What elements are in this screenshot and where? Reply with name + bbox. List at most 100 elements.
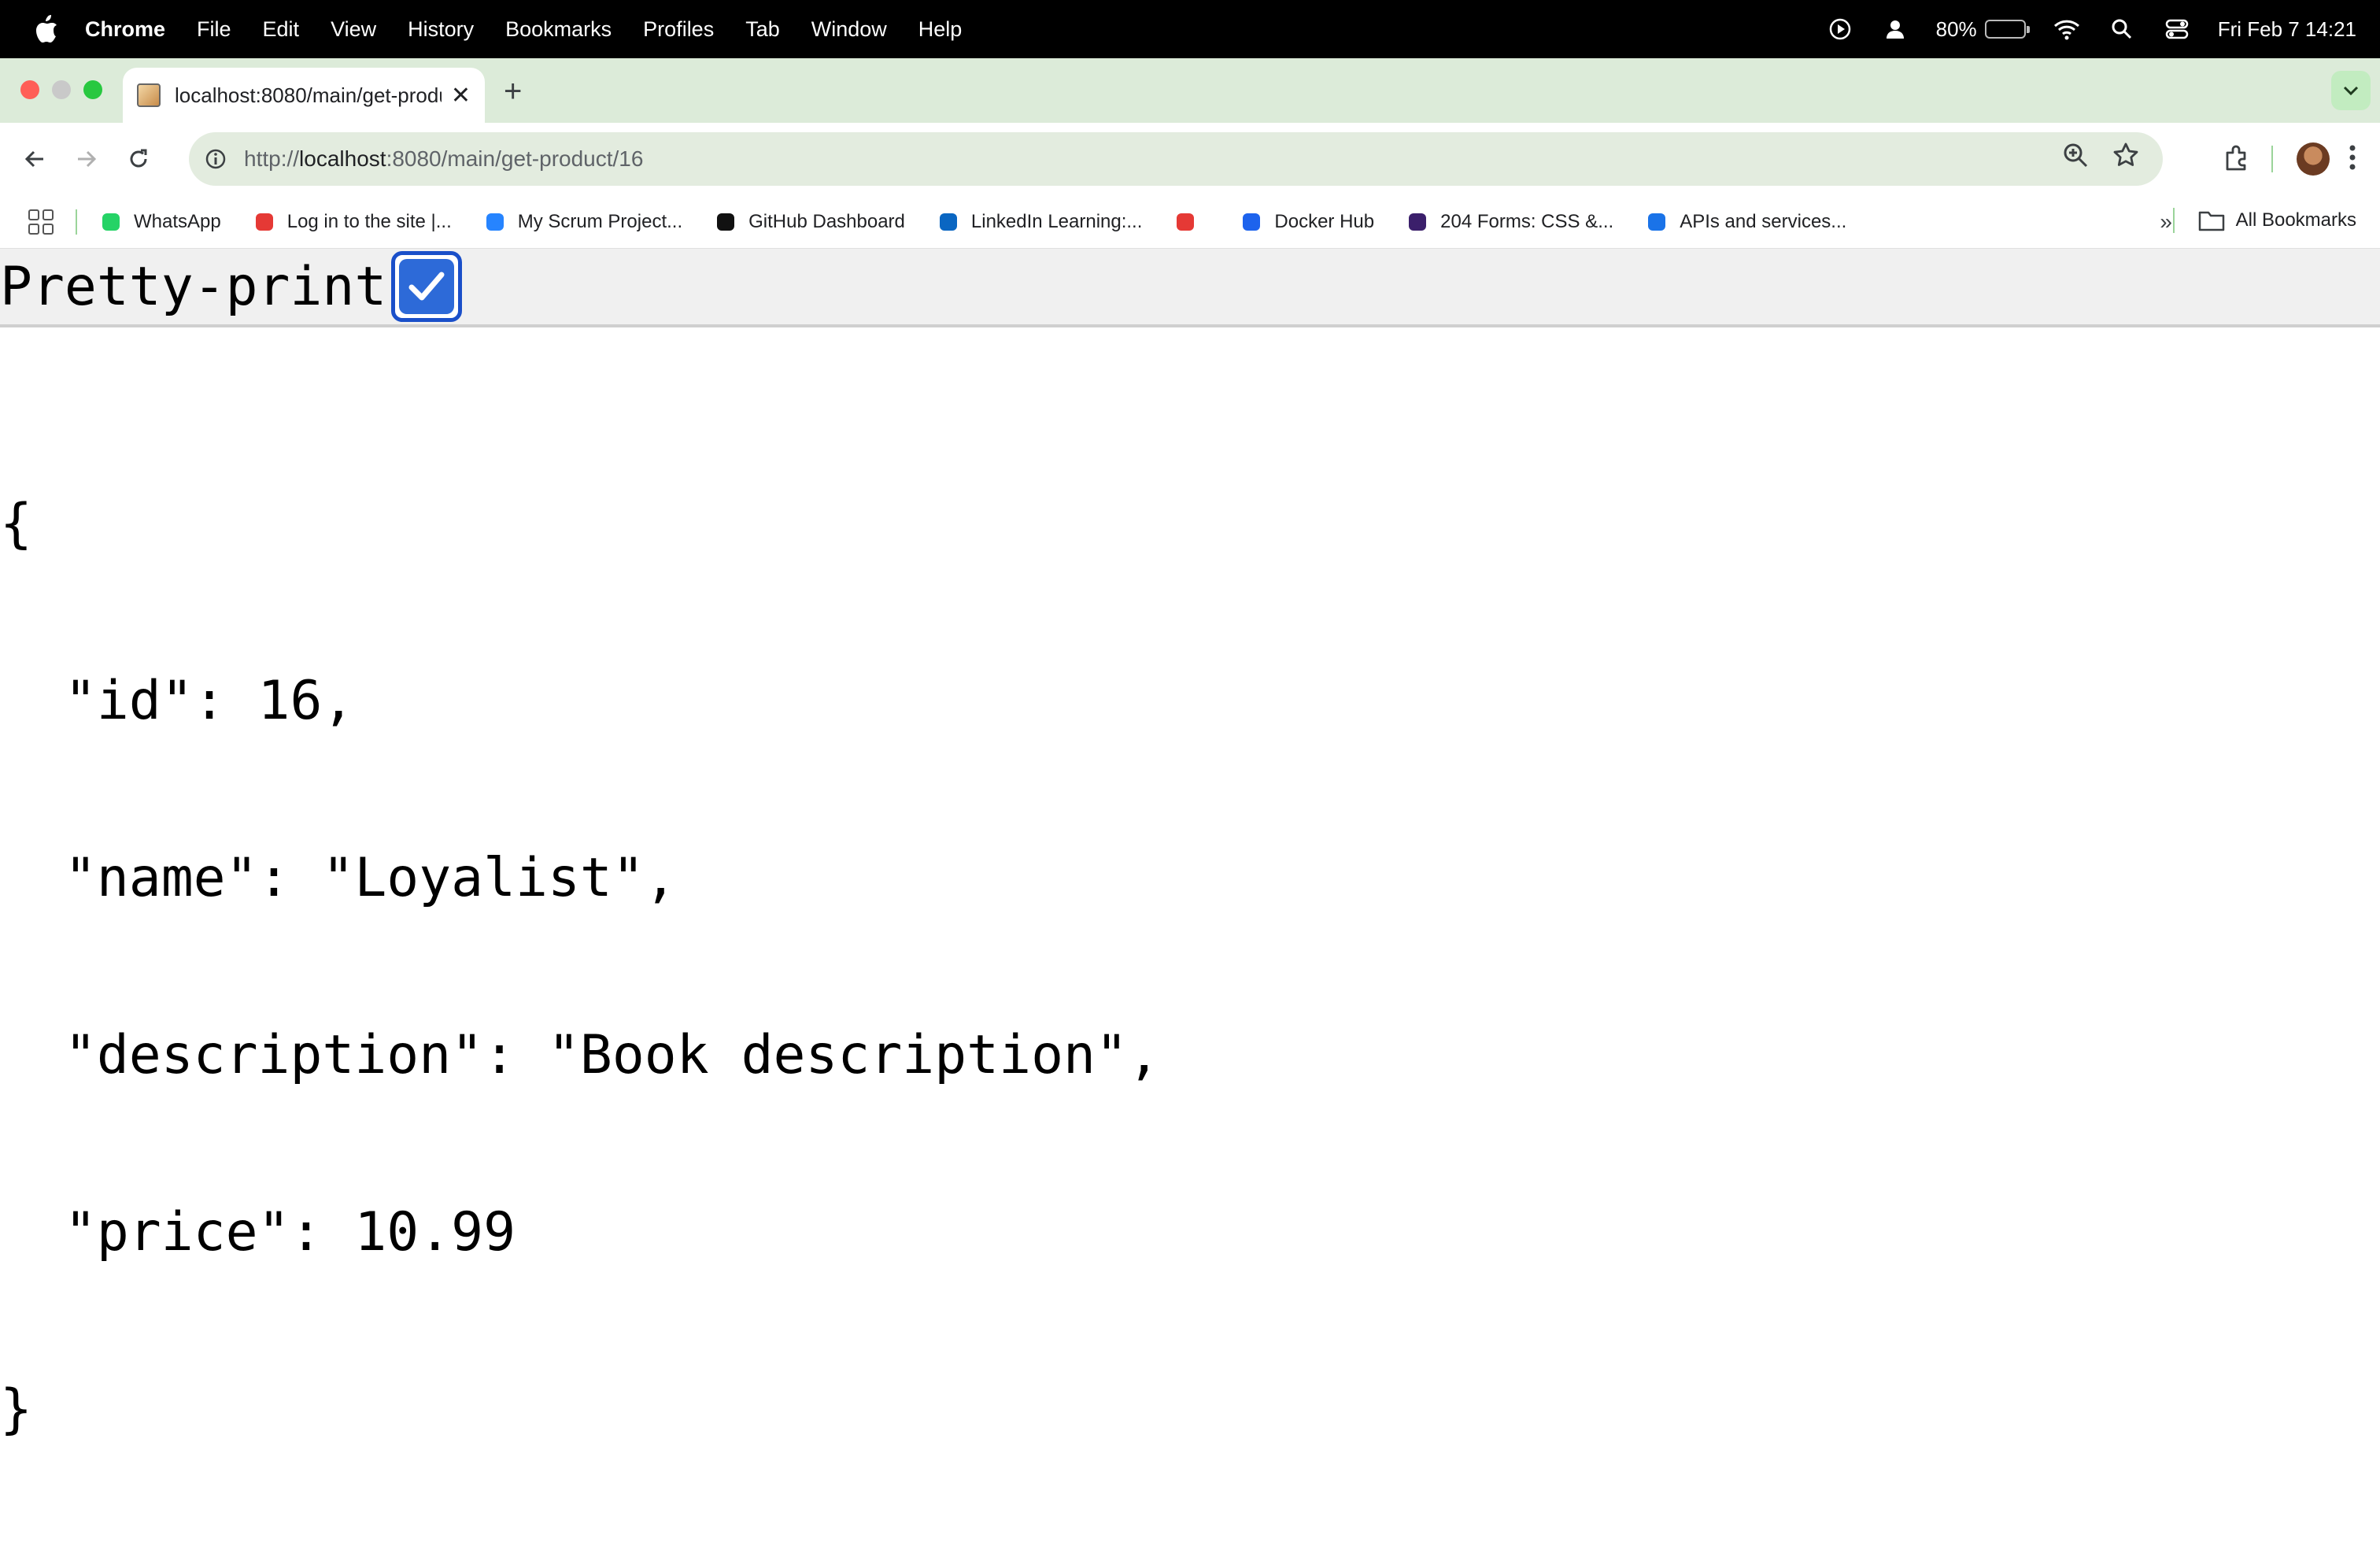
forward-arrow-icon	[78, 150, 97, 168]
bookmark-label: LinkedIn Learning:...	[970, 210, 1143, 232]
menu-file[interactable]: File	[197, 17, 231, 42]
tab-strip: localhost:8080/main/get-product/16 ✕ +	[0, 58, 2380, 123]
address-bar[interactable]: http://localhost:8080/main/get-product/1…	[189, 132, 2163, 186]
site-icon	[1173, 210, 1197, 234]
pretty-print-bar: Pretty-print	[0, 249, 2380, 327]
more-bookmarks-chevron-icon[interactable]: »	[2160, 209, 2172, 235]
menu-bar-clock[interactable]: Fri Feb 7 14:21	[2218, 17, 2356, 42]
pretty-print-label: Pretty-print	[0, 255, 387, 318]
bookmark-item[interactable]	[1173, 210, 1208, 234]
macos-menu-bar: Chrome File Edit View History Bookmarks …	[0, 0, 2380, 58]
bookmark-item[interactable]: My Scrum Project...	[483, 210, 682, 234]
bookmark-item[interactable]: WhatsApp	[99, 210, 221, 234]
bookmark-item[interactable]: 204 Forms: CSS &...	[1406, 210, 1613, 234]
control-center-icon[interactable]	[2163, 15, 2191, 43]
toolbar-right	[2223, 123, 2380, 195]
bookmark-label: 204 Forms: CSS &...	[1440, 210, 1614, 232]
bookmarks-bar: WhatsApp Log in to the site |... My Scrum …	[0, 195, 2380, 249]
bookmark-item[interactable]: APIs and services...	[1645, 210, 1846, 234]
checkbox-checked-fill	[399, 259, 455, 314]
chrome-menu-icon[interactable]	[2349, 144, 2356, 175]
json-line: "price": 10.99	[0, 1201, 516, 1263]
active-tab[interactable]: localhost:8080/main/get-product/16 ✕	[123, 68, 485, 123]
menu-bar-status-area: 80% Fri Feb 7 14:21	[1826, 0, 2356, 58]
bookmark-label: WhatsApp	[134, 210, 221, 232]
play-circle-icon[interactable]	[1826, 15, 1854, 43]
bookmark-label: Log in to the site |...	[286, 210, 452, 232]
bookmark-star-icon[interactable]	[2112, 142, 2139, 172]
url-path: :8080/main/get-product/16	[386, 146, 644, 171]
linkedin-learning-icon	[937, 210, 960, 234]
json-line: "id": 16,	[0, 670, 355, 732]
profile-avatar[interactable]	[2297, 142, 2330, 176]
menu-window[interactable]: Window	[811, 17, 887, 42]
address-bar-actions	[2062, 142, 2139, 172]
bookmarks-divider	[2172, 208, 2175, 233]
bookmark-item[interactable]: LinkedIn Learning:...	[937, 210, 1143, 234]
toolbar-divider	[2271, 146, 2273, 172]
bookmark-label: Docker Hub	[1274, 210, 1375, 232]
json-line: }	[0, 1378, 32, 1441]
folder-icon	[2198, 211, 2224, 231]
bookmark-item[interactable]: GitHub Dashboard	[714, 210, 905, 234]
url-text[interactable]: http://localhost:8080/main/get-product/1…	[244, 146, 643, 172]
bookmarks-divider	[76, 209, 77, 235]
apple-icon[interactable]	[30, 13, 61, 45]
json-line: {	[0, 493, 32, 555]
checkmark-icon	[408, 272, 445, 301]
url-scheme: http://	[244, 146, 300, 171]
apps-grid-icon[interactable]	[28, 209, 54, 235]
pretty-print-checkbox[interactable]	[391, 251, 463, 322]
bookmark-item[interactable]: Log in to the site |...	[253, 210, 452, 234]
menu-tab[interactable]: Tab	[745, 17, 780, 42]
spotlight-search-icon[interactable]	[2108, 15, 2136, 43]
docker-icon	[1240, 210, 1263, 234]
tab-title: localhost:8080/main/get-product/16	[175, 83, 442, 107]
whatsapp-icon	[99, 210, 123, 234]
bookmark-label: My Scrum Project...	[517, 210, 683, 232]
zoom-window-button[interactable]	[83, 80, 102, 99]
menu-bookmarks[interactable]: Bookmarks	[505, 17, 612, 42]
reload-icon	[130, 149, 147, 168]
bookmark-label: GitHub Dashboard	[748, 210, 905, 232]
new-tab-button[interactable]: +	[504, 76, 522, 107]
ui-icon	[1406, 210, 1429, 234]
github-icon	[714, 210, 737, 234]
tab-search-button[interactable]	[2331, 71, 2371, 110]
menu-profiles[interactable]: Profiles	[643, 17, 714, 42]
api-icon	[1645, 210, 1669, 234]
menu-app-chrome[interactable]: Chrome	[85, 17, 165, 42]
zoom-icon[interactable]	[2062, 142, 2089, 172]
battery-status[interactable]: 80%	[1935, 17, 2030, 42]
chevron-down-icon	[2343, 86, 2359, 96]
site-icon	[253, 210, 276, 234]
menu-history[interactable]: History	[408, 17, 474, 42]
json-response-body: { "id": 16, "name": "Loyalist", "descrip…	[0, 376, 1160, 1498]
menu-view[interactable]: View	[331, 17, 376, 42]
wifi-icon[interactable]	[2053, 15, 2081, 43]
bookmark-list: WhatsApp Log in to the site |... My Scrum …	[99, 210, 1878, 234]
url-host: localhost	[299, 146, 386, 171]
jira-icon	[483, 210, 507, 234]
close-window-button[interactable]	[20, 80, 39, 99]
battery-icon	[1984, 20, 2030, 39]
forward-button[interactable]	[69, 142, 104, 176]
tab-close-icon[interactable]: ✕	[451, 82, 471, 109]
back-arrow-icon	[24, 150, 43, 168]
menu-edit[interactable]: Edit	[263, 17, 300, 42]
extensions-icon[interactable]	[2223, 143, 2251, 176]
browser-toolbar: http://localhost:8080/main/get-product/1…	[0, 123, 2380, 195]
json-line: "name": "Loyalist",	[0, 847, 677, 909]
minimize-window-button[interactable]	[52, 80, 71, 99]
all-bookmarks-button[interactable]: All Bookmarks	[2172, 208, 2356, 233]
site-info-icon[interactable]	[198, 142, 233, 176]
battery-percent: 80%	[1935, 17, 1977, 41]
back-button[interactable]	[17, 142, 52, 176]
all-bookmarks-label: All Bookmarks	[2235, 209, 2356, 231]
user-icon[interactable]	[1881, 15, 1909, 43]
bookmark-item[interactable]: Docker Hub	[1240, 210, 1374, 234]
reload-button[interactable]	[121, 142, 156, 176]
menu-help[interactable]: Help	[918, 17, 963, 42]
window-controls	[20, 80, 102, 99]
tab-favicon-icon	[137, 83, 161, 107]
